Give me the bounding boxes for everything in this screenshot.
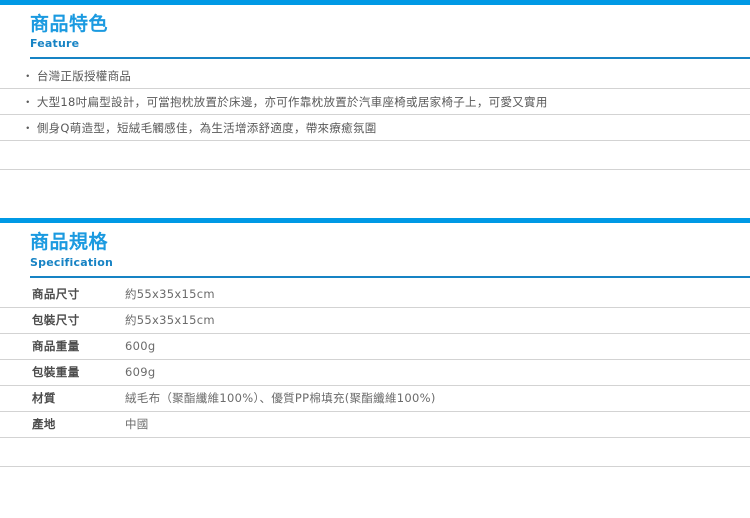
feature-item-label-2: 側身Q萌造型，短絨毛觸感佳，為生活增添舒適度，帶來療癒氛圍 [36,120,377,135]
product-detail-page: 商品特色 Feature ・台灣正版授權商品 ・大型18吋扁型設計，可當抱枕放置… [0,0,750,518]
feature-title-zh: 商品特色 [30,13,109,35]
spec-label-1: 包裝尺寸 [32,313,80,328]
table-row: 包裝尺寸 約55x35x15cm [0,308,750,334]
feature-item-label-0: 台灣正版授權商品 [36,68,132,83]
spec-value-4: 絨毛布（聚酯纖維100%）、優質PP棉填充(聚酯纖維100%) [125,391,436,406]
spec-value-1: 約55x35x15cm [125,313,215,328]
spec-label-4: 材質 [32,391,56,406]
feature-section-header: 商品特色 Feature [0,5,750,63]
feature-section: 商品特色 Feature ・台灣正版授權商品 ・大型18吋扁型設計，可當抱枕放置… [0,0,750,171]
bullet-icon: ・ [22,120,34,135]
spec-value-5: 中國 [125,417,149,432]
spec-label-2: 商品重量 [32,339,80,354]
table-row: 商品尺寸 約55x35x15cm [0,282,750,308]
list-item: ・側身Q萌造型，短絨毛觸感佳，為生活增添舒適度，帶來療癒氛圍 [0,115,750,142]
spec-title-en: Specification [30,255,114,269]
spec-label-0: 商品尺寸 [32,287,80,302]
specification-section: 商品規格 Specification 商品尺寸 約55x35x15cm 包裝尺寸… [0,218,750,467]
feature-item-text-0: ・台灣正版授權商品 [22,68,132,83]
list-item: ・大型18吋扁型設計，可當抱枕放置於床邊，亦可作靠枕放置於汽車座椅或居家椅子上，… [0,89,750,116]
feature-header-rule [30,57,750,60]
table-row: 產地 中國 [0,412,750,438]
spec-value-2: 600g [125,339,156,354]
feature-list: ・台灣正版授權商品 ・大型18吋扁型設計，可當抱枕放置於床邊，亦可作靠枕放置於汽… [0,63,750,171]
spec-header-rule [30,275,750,278]
spec-value-0: 約55x35x15cm [125,287,215,302]
feature-item-label-1: 大型18吋扁型設計，可當抱枕放置於床邊，亦可作靠枕放置於汽車座椅或居家椅子上，可… [36,94,548,109]
table-row: 包裝重量 609g [0,360,750,386]
feature-title-en: Feature [30,37,80,51]
spec-section-header: 商品規格 Specification [0,223,750,281]
spec-title-zh: 商品規格 [30,231,109,254]
bullet-icon: ・ [22,68,34,83]
spec-label-5: 產地 [32,417,56,432]
table-row: 材質 絨毛布（聚酯纖維100%）、優質PP棉填充(聚酯纖維100%) [0,386,750,412]
list-item-spacer [0,141,750,171]
feature-item-text-2: ・側身Q萌造型，短絨毛觸感佳，為生活增添舒適度，帶來療癒氛圍 [22,120,377,135]
specification-table: 商品尺寸 約55x35x15cm 包裝尺寸 約55x35x15cm 商品重量 6… [0,282,750,467]
feature-item-text-1: ・大型18吋扁型設計，可當抱枕放置於床邊，亦可作靠枕放置於汽車座椅或居家椅子上，… [22,94,548,109]
spec-value-3: 609g [125,365,156,380]
list-item: ・台灣正版授權商品 [0,63,750,90]
spec-label-3: 包裝重量 [32,365,80,380]
table-row: 商品重量 600g [0,334,750,360]
table-row-spacer [0,438,750,467]
bullet-icon: ・ [22,94,34,109]
